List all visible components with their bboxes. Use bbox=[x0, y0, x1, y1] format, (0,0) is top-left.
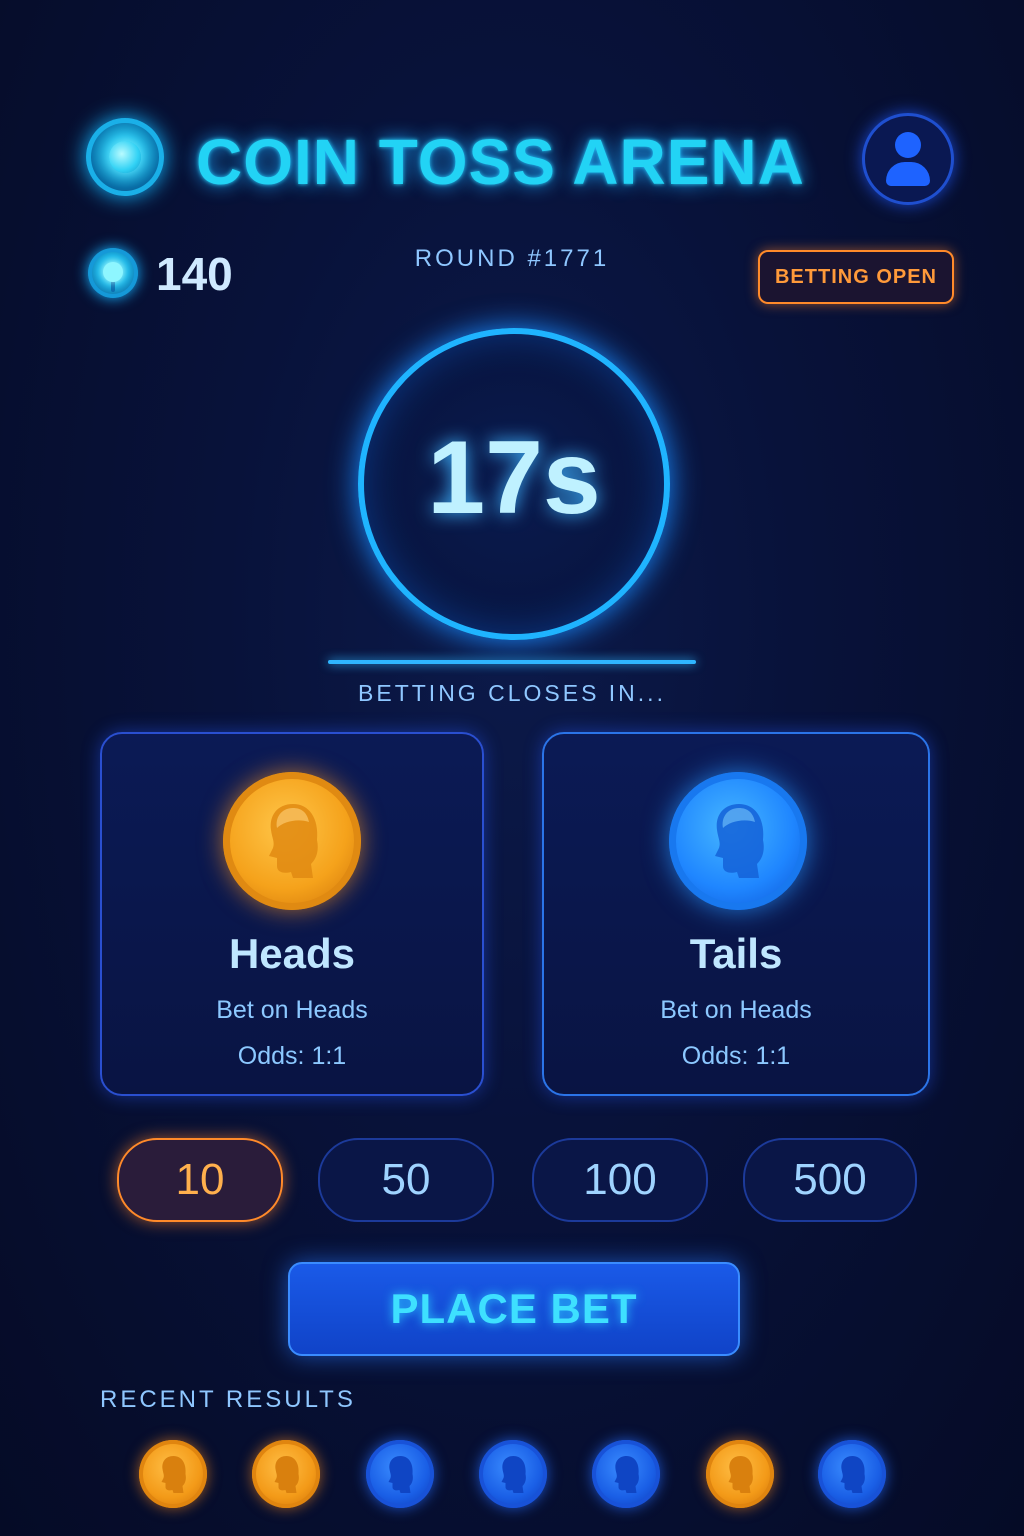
betting-status-badge: BETTING OPEN bbox=[758, 250, 954, 304]
heads-option-card[interactable]: Heads Bet on Heads Odds: 1:1 bbox=[100, 732, 484, 1096]
logo-coin-icon bbox=[86, 118, 164, 196]
chip-100-button[interactable]: 100 bbox=[532, 1138, 708, 1222]
recent-results-label: RECENT RESULTS bbox=[100, 1386, 356, 1413]
chip-500-button[interactable]: 500 bbox=[743, 1138, 917, 1222]
tails-title: Tails bbox=[689, 930, 783, 977]
chip-10-button[interactable]: 10 bbox=[117, 1138, 283, 1222]
tails-odds: Odds: 1:1 bbox=[681, 1042, 791, 1070]
recent-result-tails-icon bbox=[366, 1440, 434, 1508]
place-bet-button[interactable]: PLACE BET bbox=[288, 1262, 740, 1356]
user-icon bbox=[895, 132, 921, 158]
heads-title: Heads bbox=[228, 930, 356, 977]
countdown-progress-fill bbox=[328, 660, 696, 664]
recent-result-tails-icon bbox=[592, 1440, 660, 1508]
recent-result-tails-icon bbox=[479, 1440, 547, 1508]
recent-result-heads-icon bbox=[139, 1440, 207, 1508]
tails-option-card[interactable]: Tails Bet on Heads Odds: 1:1 bbox=[542, 732, 930, 1096]
heads-coin-icon bbox=[223, 772, 361, 910]
heads-subtitle: Bet on Heads bbox=[216, 996, 368, 1024]
profile-avatar-button[interactable] bbox=[862, 113, 954, 205]
recent-result-tails-icon bbox=[818, 1440, 886, 1508]
tails-coin-icon bbox=[669, 772, 807, 910]
recent-result-heads-icon bbox=[252, 1440, 320, 1508]
app-title: COIN TOSS ARENA bbox=[196, 126, 805, 198]
countdown-caption: BETTING CLOSES IN... bbox=[358, 680, 666, 706]
chip-50-button[interactable]: 50 bbox=[318, 1138, 494, 1222]
recent-result-heads-icon bbox=[706, 1440, 774, 1508]
tails-subtitle: Bet on Heads bbox=[660, 996, 812, 1024]
heads-odds: Odds: 1:1 bbox=[237, 1042, 347, 1070]
countdown-progress-bar bbox=[328, 660, 696, 664]
countdown-value: 17s bbox=[427, 420, 601, 536]
